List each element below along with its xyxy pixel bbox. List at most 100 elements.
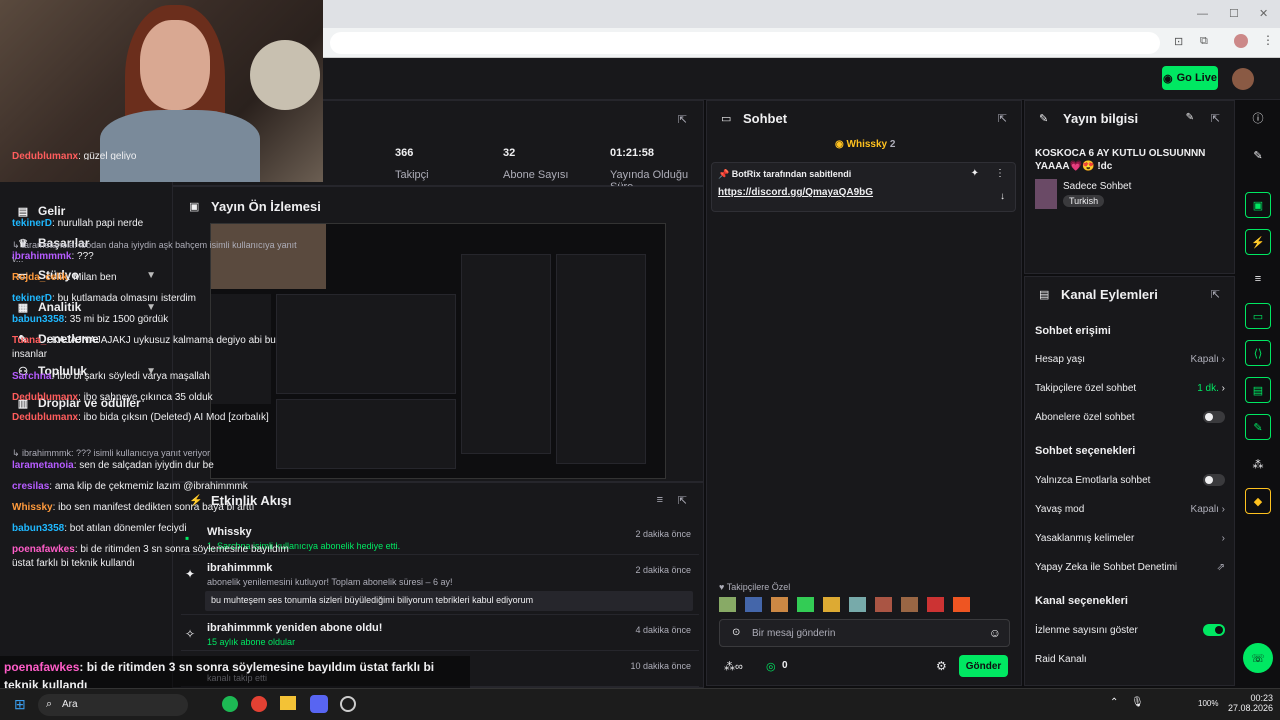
windows-start-icon[interactable]: ⊞ (14, 696, 26, 713)
tray-chevron-icon[interactable]: ⌃ (1110, 697, 1118, 708)
popout-icon[interactable]: ⇱ (678, 113, 687, 126)
chat-username[interactable]: Sarchna (12, 371, 51, 382)
stats-icon[interactable]: ▣ (1245, 192, 1271, 218)
raid-setting[interactable]: Raid Kanalı (1035, 654, 1225, 665)
popout-icon[interactable]: ⇱ (998, 112, 1007, 125)
smiley-icon[interactable]: ☺ (989, 626, 1001, 640)
edit-icon[interactable]: ✎ (1186, 112, 1194, 123)
external-link-icon: ⇗ (1216, 562, 1225, 573)
banned-words-setting[interactable]: Yasaklanmış kelimeler › (1035, 533, 1225, 544)
top-gifter[interactable]: ◉ Whissky 2 (835, 139, 895, 150)
emote-icon[interactable] (719, 597, 736, 612)
send-button[interactable]: Gönder (959, 655, 1008, 677)
profile-icon[interactable] (1234, 34, 1248, 48)
unpin-icon[interactable]: ✦ (971, 168, 979, 179)
menu-dots-icon[interactable]: ⋮ (1262, 33, 1274, 47)
maximize-icon[interactable]: ☐ (1229, 7, 1239, 20)
emote-icon[interactable] (927, 597, 944, 612)
nav-item-gelir[interactable]: ▤ Gelir (16, 204, 156, 218)
emote-icon[interactable] (771, 597, 788, 612)
popout-icon[interactable]: ⇱ (1211, 112, 1220, 125)
chat-username[interactable]: Dedublumanx (12, 392, 78, 403)
emote-icon[interactable] (953, 597, 970, 612)
chat-text: : Milan ben (67, 272, 117, 283)
category-name[interactable]: Sadece Sohbet (1063, 181, 1131, 192)
close-icon[interactable]: ✕ (1259, 7, 1268, 20)
chat-username[interactable]: tekinerD (12, 218, 52, 229)
chat-username[interactable]: Dedublumanx (12, 151, 78, 160)
more-icon[interactable]: ⋮ (995, 168, 1005, 179)
emote-icon[interactable] (849, 597, 866, 612)
chat-username[interactable]: Dedublumanx (12, 412, 78, 423)
edit-icon[interactable]: ✎ (1245, 142, 1271, 168)
stream-info-title: Yayın bilgisi (1063, 111, 1139, 126)
subs-chat-toggle[interactable] (1203, 411, 1225, 423)
preview-icon: ▣ (189, 201, 200, 213)
extension-icon[interactable]: ⊡ (1174, 35, 1183, 48)
emote-icon[interactable] (875, 597, 892, 612)
chat-username[interactable]: larametanoia (12, 460, 74, 471)
chrome-icon[interactable] (251, 696, 267, 712)
obs-icon[interactable] (340, 696, 356, 712)
emote-icon[interactable] (823, 597, 840, 612)
emote-only-toggle[interactable] (1203, 474, 1225, 486)
folder-icon[interactable] (280, 696, 296, 710)
channel-icon[interactable]: ▤ (1245, 377, 1271, 403)
community-icon[interactable]: ⁂ (1245, 451, 1271, 477)
subs-chat-setting: Abonelere özel sohbet (1035, 411, 1225, 423)
popout-icon[interactable]: ⇱ (1211, 288, 1220, 301)
diamond-icon[interactable]: ◆ (1245, 488, 1271, 514)
points-icon[interactable]: ◎ (766, 660, 776, 673)
followers-chat-setting[interactable]: Takipçilere özel sohbet 1 dk. › (1035, 383, 1225, 394)
ai-mod-setting[interactable]: Yapay Zeka ile Sohbet Denetimi ⇗ (1035, 562, 1225, 573)
account-age-setting[interactable]: Hesap yaşı Kapalı › (1035, 354, 1225, 365)
settings-icon[interactable]: ⚙ (936, 659, 947, 673)
chat-username[interactable]: poenafawkes (12, 544, 75, 555)
chat-message: Rojda_celik: Milan ben (12, 271, 308, 285)
info-icon[interactable]: ⓘ (1245, 105, 1271, 131)
pinned-link[interactable]: https://discord.gg/QmayaQA9bG (718, 187, 873, 198)
chat-text: : İbo bi şarkı söyledi varya maşallah (51, 371, 210, 382)
go-live-button[interactable]: ◉ Go Live (1162, 66, 1218, 90)
expand-icon[interactable]: ↓ (1000, 191, 1005, 202)
chat-username[interactable]: ibrahimmmk (12, 251, 71, 262)
viewers-icon[interactable]: ⁂∞ (724, 660, 743, 673)
popout-icon[interactable]: ⇱ (678, 494, 687, 507)
microphone-icon[interactable]: 🎙 (1131, 697, 1144, 708)
emote-icon[interactable] (901, 597, 918, 612)
chat-username[interactable]: Whissky (12, 502, 53, 513)
filter-icon[interactable]: ≡ (657, 494, 663, 506)
spotify-icon[interactable] (222, 696, 238, 712)
show-views-toggle[interactable] (1203, 624, 1225, 636)
battery-level: 100% (1198, 699, 1219, 708)
user-avatar[interactable] (1232, 68, 1254, 90)
chat-text: ↳ ibrahimmmk: ??? isimli kullanıcıya yan… (12, 448, 211, 458)
chat-username[interactable]: tekinerD (12, 293, 52, 304)
chat-username[interactable]: babun3358 (12, 314, 64, 325)
discord-icon[interactable] (310, 695, 328, 713)
chat-icon[interactable]: ▭ (1245, 303, 1271, 329)
emote-only-setting: Yalnızca Emotlarla sohbet (1035, 474, 1225, 486)
address-bar[interactable] (330, 32, 1160, 54)
chat-username[interactable]: Rojda_celik (12, 272, 68, 283)
chat-username[interactable]: Tuana_ (12, 335, 46, 346)
emote-icon[interactable] (797, 597, 814, 612)
chat-input[interactable]: ⊙ Bir mesaj gönderin ☺ (719, 619, 1010, 647)
list-icon[interactable]: ≡ (1245, 266, 1271, 292)
heart-icon: ♥ (719, 582, 727, 592)
emote-icon[interactable] (745, 597, 762, 612)
minimize-icon[interactable]: — (1197, 8, 1208, 20)
chat-username[interactable]: cresilas (12, 481, 49, 492)
help-icon[interactable]: ☏ (1243, 643, 1273, 673)
emote-picker-icon[interactable]: ⊙ (732, 627, 740, 638)
code-icon[interactable]: ⟨⟩ (1245, 340, 1271, 366)
wrench-icon[interactable]: ✎ (1245, 414, 1271, 440)
clock[interactable]: 00:23 27.08.2026 (1228, 693, 1273, 713)
taskbar-search[interactable]: ⌕ Ara (38, 694, 188, 716)
pinned-message: 📌 BotRix tarafından sabitlendi ✦ ⋮ https… (711, 162, 1016, 212)
chat-username[interactable]: babun3358 (12, 523, 64, 534)
puzzle-icon[interactable]: ⧉ (1200, 35, 1208, 48)
slow-mode-setting[interactable]: Yavaş mod Kapalı › (1035, 504, 1225, 515)
chat-message: Dedublumanx: ibo bida çıksın (Deleted) A… (12, 411, 308, 425)
lightning-icon[interactable]: ⚡ (1245, 229, 1271, 255)
